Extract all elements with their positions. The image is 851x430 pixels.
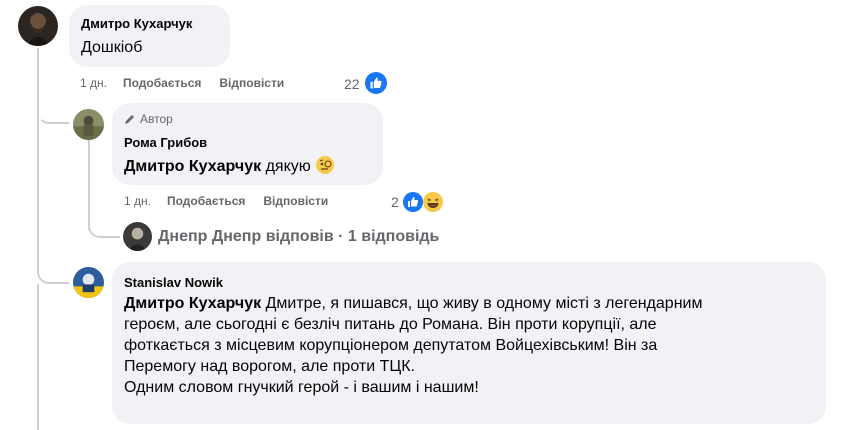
haha-reaction-icon[interactable] [423,192,443,212]
reply-text: Дмитро Кухарчук дякую [124,155,335,177]
avatar-stanislav[interactable] [73,267,104,298]
thread-line-tail [37,284,39,430]
author-badge: Автор [124,112,173,126]
like-reaction-icon[interactable] [403,192,423,212]
reply-button[interactable]: Відповісти [263,194,328,208]
reply-text-line-2: героєм, але сьогодні є безліч питань до … [124,316,657,333]
avatar-dnepr[interactable] [123,222,152,251]
like-button[interactable]: Подобається [167,194,245,208]
view-replies-link[interactable]: Днепр Днепр відповів · 1 відповідь [158,228,439,246]
mention-link[interactable]: Дмитро Кухарчук [124,295,261,312]
thread-line-main [37,48,39,273]
monocle-face-emoji-icon [315,155,335,175]
comment-bubble-1: Дмитро Кухарчук Дошкіоб [69,5,230,67]
reply-author[interactable]: Stanislav Nowik [124,275,223,290]
reply-time[interactable]: 1 дн. [124,194,151,208]
reaction-count[interactable]: 22 [344,76,360,92]
reply-bubble-1: Автор Рома Грибов Дмитро Кухарчук дякую [112,103,383,185]
pencil-icon [124,113,136,125]
like-reaction-icon[interactable] [365,72,387,94]
reply-author[interactable]: Рома Грибов [124,135,207,150]
reply-text-body: дякую [265,158,311,175]
reaction-count[interactable]: 2 [391,194,399,210]
reply-text-line-1: Дмитре, я пишався, що живу в одному міст… [265,295,703,312]
reply-text-line: Дмитро Кухарчук Дмитре, я пишався, що жи… [124,293,814,314]
like-button[interactable]: Подобається [123,76,201,90]
avatar-roma[interactable] [73,109,104,140]
thread-line-reply1 [88,140,90,230]
reply-button[interactable]: Відповісти [219,76,284,90]
comment-author[interactable]: Дмитро Кухарчук [81,16,192,31]
reply-bubble-2: Stanislav Nowik Дмитро Кухарчук Дмитре, … [112,262,826,424]
thread-connector-reply2 [37,262,69,284]
reply-text-line-5: Одним словом гнучкий герой - і вашим і н… [124,379,479,396]
thread-connector-reply1 [37,108,69,124]
reply-text: Дмитро Кухарчук Дмитре, я пишався, що жи… [124,293,814,398]
author-badge-label: Автор [140,112,173,126]
avatar-dmytro[interactable] [18,6,58,46]
reply-text-line-3: фоткається з місцевим корупціонером депу… [124,337,658,354]
comment-text: Дошкіоб [81,39,143,56]
mention-link[interactable]: Дмитро Кухарчук [124,158,261,175]
reply-actions-1: 1 дн. Подобається Відповісти [124,194,328,208]
comment-actions-1: 1 дн. Подобається Відповісти [80,76,284,90]
thread-connector-more [88,222,120,238]
reply-text-line-4: Перемогу над ворогом, але проти ТЦК. [124,358,415,375]
comment-time[interactable]: 1 дн. [80,76,107,90]
